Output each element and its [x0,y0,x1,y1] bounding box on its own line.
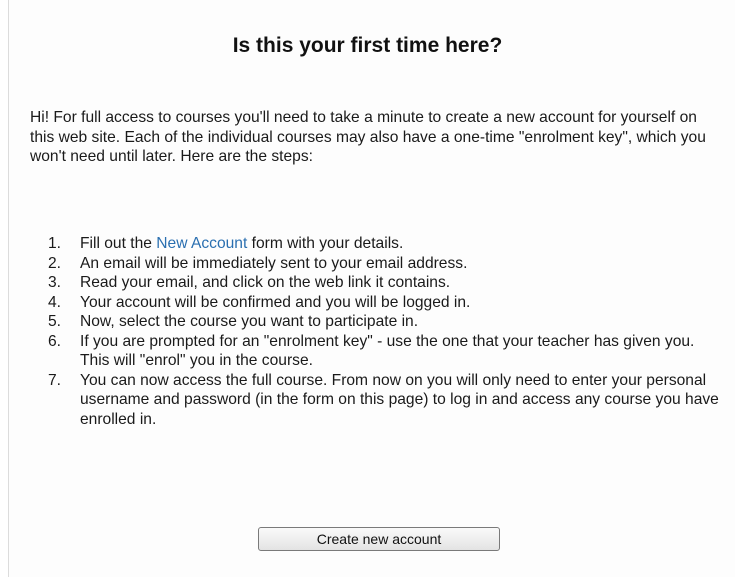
list-item: 4. Your account will be confirmed and yo… [48,293,723,313]
step-number: 1. [48,235,62,252]
step-text: Fill out the [80,235,157,252]
create-account-button[interactable]: Create new account [258,527,500,551]
step-number: 2. [48,254,62,272]
step-text: You can now access the full course. From… [80,371,719,428]
step-text: An email will be immediately sent to you… [80,254,468,272]
step-text: Now, select the course you want to parti… [80,313,419,330]
step-number: 3. [48,274,62,291]
step-text: If you are prompted for an "enrolment ke… [80,332,695,370]
step-number: 6. [48,332,62,350]
list-item: 1. Fill out the New Account form with yo… [48,234,723,254]
steps-list: 1. Fill out the New Account form with yo… [48,234,723,429]
new-account-link[interactable]: New Account [156,235,247,252]
step-text: form with your details. [247,235,404,252]
list-item: 6. If you are prompted for an "enrolment… [48,332,723,371]
step-text: Your account will be confirmed and you w… [80,293,471,311]
intro-paragraph: Hi! For full access to courses you'll ne… [30,109,706,165]
step-text: Read your email, and click on the web li… [80,274,451,291]
list-item: 7. You can now access the full course. F… [48,371,723,430]
step-number: 7. [48,371,62,389]
list-item: 5. Now, select the course you want to pa… [48,312,723,332]
list-item: 2. An email will be immediately sent to … [48,254,723,274]
page-title: Is this your first time here? [232,34,503,57]
list-item: 3. Read your email, and click on the web… [48,273,723,293]
step-number: 5. [48,313,62,330]
step-number: 4. [48,293,62,311]
